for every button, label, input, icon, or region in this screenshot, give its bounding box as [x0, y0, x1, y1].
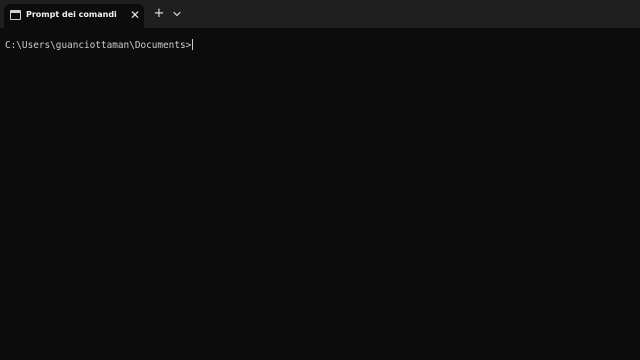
title-bar: Prompt dei comandi ✕ +	[0, 0, 640, 28]
chevron-down-icon	[173, 11, 181, 17]
tab-prompt-dei-comandi[interactable]: Prompt dei comandi ✕	[4, 4, 144, 28]
new-tab-button[interactable]: +	[151, 6, 167, 22]
tab-title: Prompt dei comandi	[26, 10, 117, 19]
text-cursor	[192, 39, 194, 50]
terminal-icon	[10, 10, 21, 20]
terminal-area[interactable]: C:\Users\guanciottaman\Documents>	[0, 28, 640, 360]
prompt-line: C:\Users\guanciottaman\Documents>	[5, 39, 194, 52]
terminal-window: Prompt dei comandi ✕ + C:\Users\guanciot…	[0, 0, 640, 360]
close-tab-button[interactable]: ✕	[128, 7, 142, 23]
prompt-text: C:\Users\guanciottaman\Documents>	[5, 40, 192, 51]
tab-dropdown-button[interactable]	[170, 7, 184, 21]
